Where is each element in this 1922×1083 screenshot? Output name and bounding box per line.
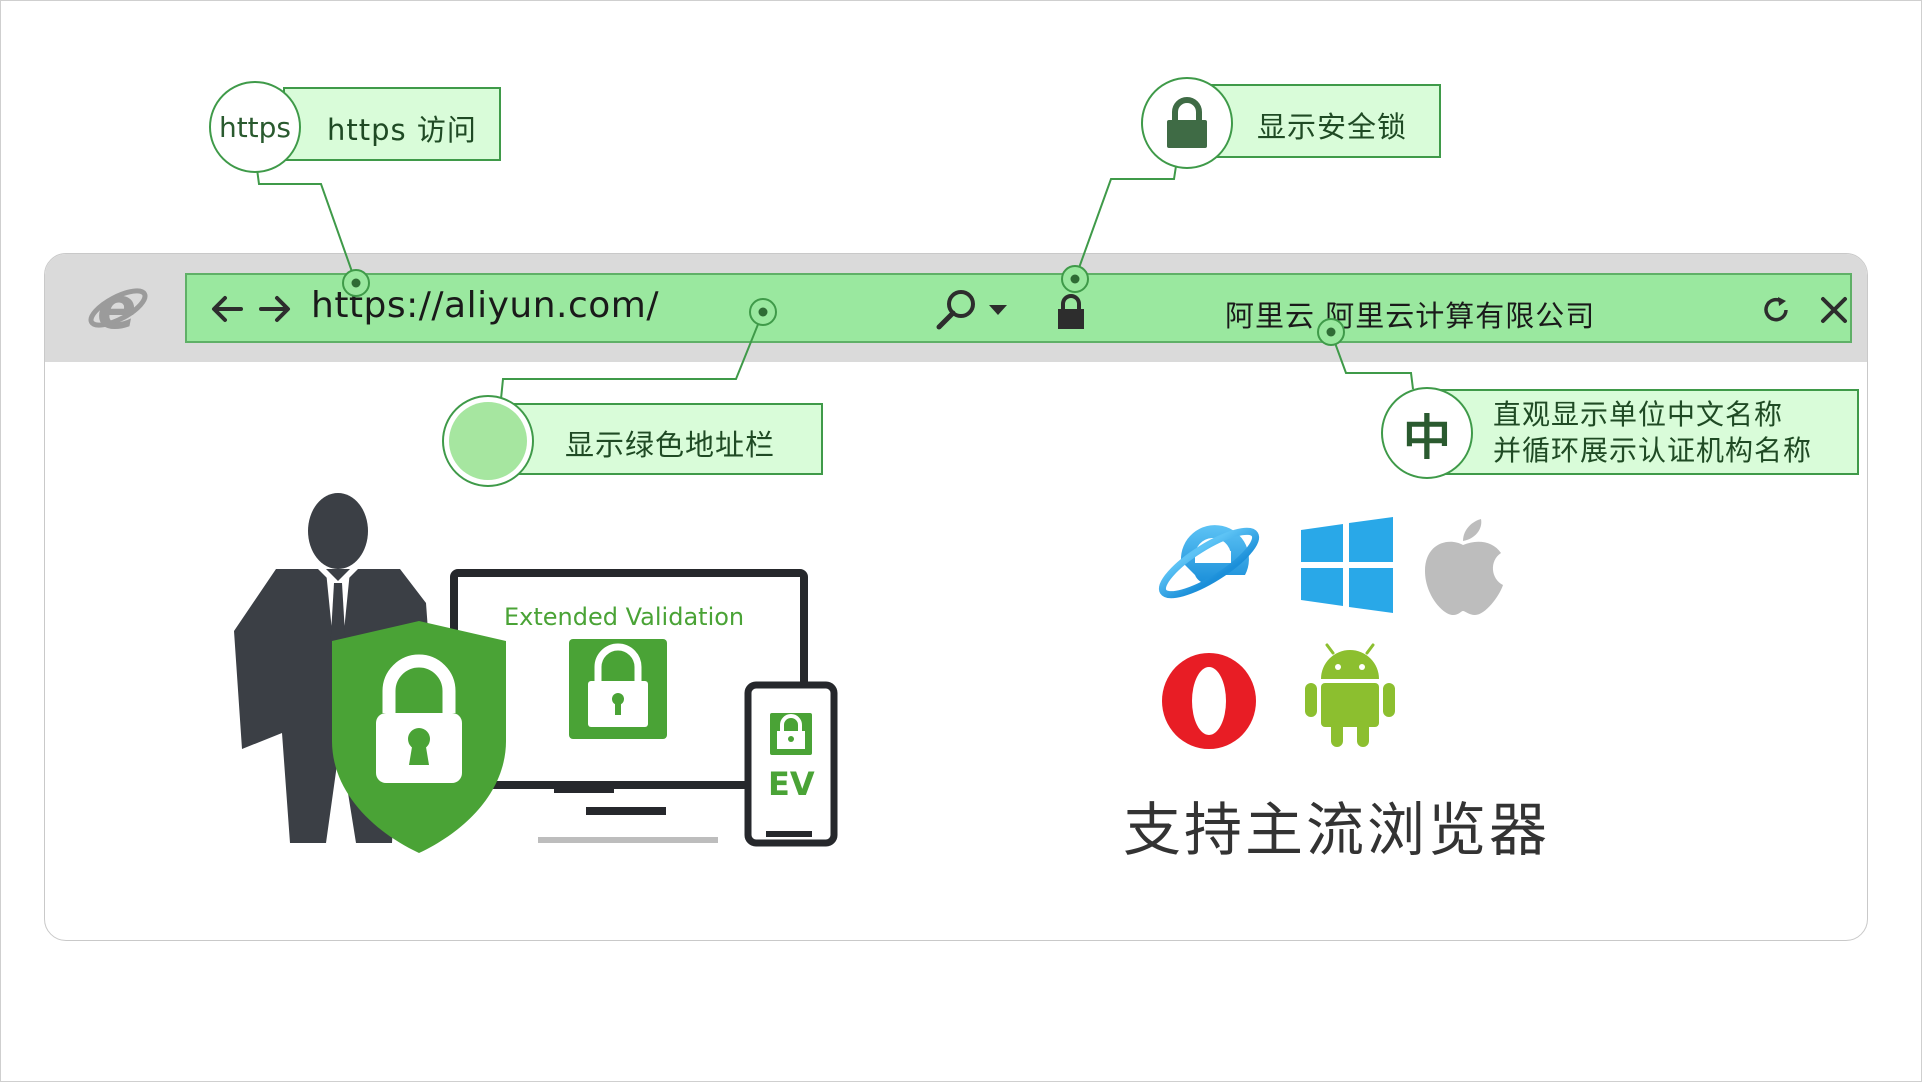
opera-icon <box>1162 653 1256 749</box>
monitor-lock-icon <box>569 639 667 739</box>
callout-green-bar-label: 显示绿色地址栏 <box>565 428 776 462</box>
lock-icon <box>1167 97 1207 148</box>
callout-lock-label: 显示安全锁 <box>1257 110 1408 144</box>
callout-security-lock: 显示安全锁 <box>1201 84 1441 158</box>
windows-icon <box>1301 517 1393 613</box>
callout-org-name: 直观显示单位中文名称 并循环展示认证机构名称 <box>1423 389 1859 475</box>
lock-bubble <box>1141 77 1233 169</box>
https-bubble-text: https <box>218 110 292 144</box>
https-bubble: https <box>209 81 301 173</box>
internet-explorer-icon <box>1158 525 1260 599</box>
phone-icon <box>744 681 838 847</box>
phone-ev-badge: EV <box>768 765 815 803</box>
green-bar-bubble <box>442 395 534 487</box>
callout-https: https 访问 <box>283 87 501 161</box>
android-icon <box>1305 643 1395 747</box>
callout-https-label: https 访问 <box>327 113 477 147</box>
callout-org-line1: 直观显示单位中文名称 <box>1493 398 1784 431</box>
supported-browsers-title: 支持主流浏览器 <box>1123 796 1551 864</box>
chinese-char-icon: 中 <box>1402 410 1451 466</box>
callout-green-bar: 显示绿色地址栏 <box>501 403 823 475</box>
apple-icon <box>1425 519 1503 615</box>
green-swatch <box>449 402 527 480</box>
anchor-dots <box>342 265 1345 346</box>
ev-illustration: Extended Validation EV <box>234 493 838 853</box>
org-name-bubble: 中 <box>1381 387 1473 479</box>
monitor-title: Extended Validation <box>504 603 744 631</box>
callout-org-line2: 并循环展示认证机构名称 <box>1493 434 1813 467</box>
